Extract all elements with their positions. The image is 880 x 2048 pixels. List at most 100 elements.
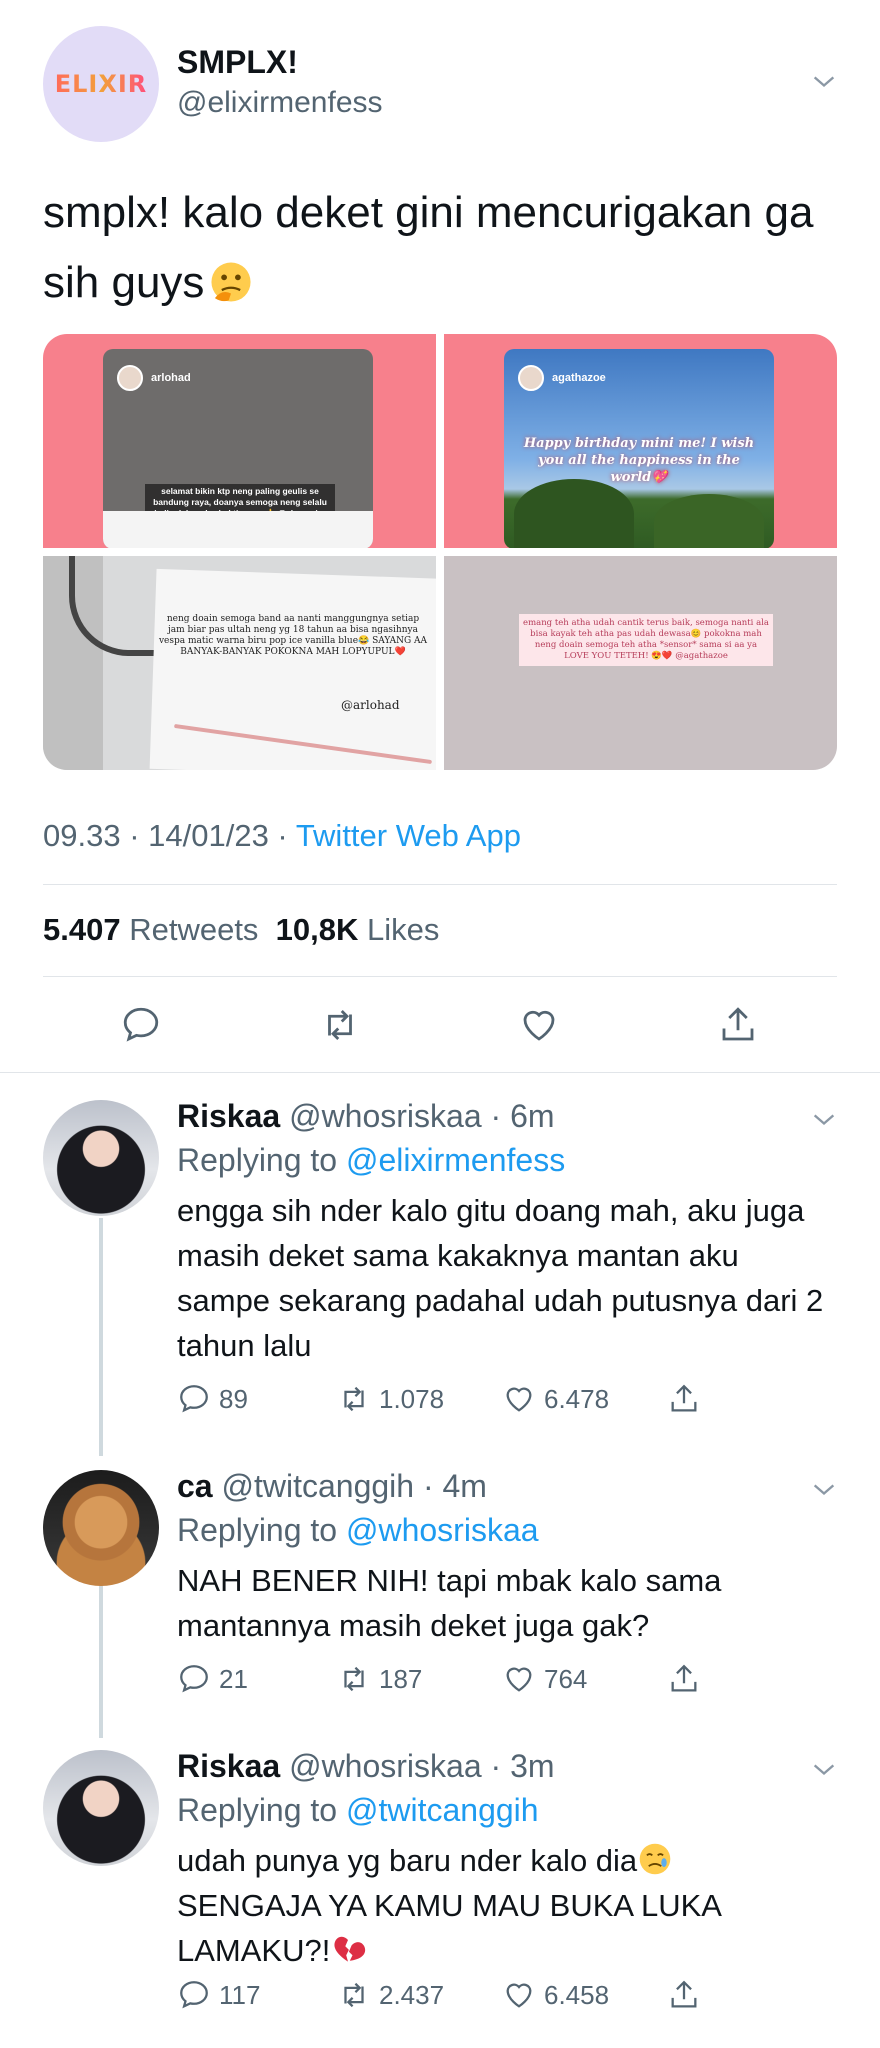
tweet-stats: 5.407 Retweets 10,8K Likes bbox=[43, 912, 439, 948]
media-image-4[interactable]: emang teh atha udah cantik terus baik, s… bbox=[444, 556, 837, 770]
reply-button[interactable]: 89 bbox=[177, 1382, 248, 1416]
reply-handle[interactable]: @twitcanggih bbox=[221, 1468, 414, 1504]
tweet-time: 09.33 bbox=[43, 818, 121, 853]
replying-prefix: Replying to bbox=[177, 1142, 338, 1178]
replying-to-link[interactable]: @whosriskaa bbox=[346, 1512, 539, 1548]
reply-icon bbox=[180, 1981, 208, 2009]
retweet-icon[interactable] bbox=[319, 1004, 361, 1046]
media-image-1[interactable]: arlohad selamat bikin ktp neng paling ge… bbox=[43, 334, 436, 548]
note-signature: @arlohad bbox=[341, 698, 400, 712]
replying-to-link[interactable]: @twitcanggih bbox=[346, 1792, 539, 1828]
handwritten-note: neng doain semoga band aa nanti manggung… bbox=[158, 614, 428, 657]
retweet-count: 2.437 bbox=[379, 1979, 445, 2010]
retweet-button[interactable]: 1.078 bbox=[337, 1382, 444, 1416]
display-name[interactable]: SMPLX! bbox=[177, 44, 298, 81]
replying-to-link[interactable]: @elixirmenfess bbox=[346, 1142, 565, 1178]
chevron-down-icon[interactable] bbox=[810, 1476, 838, 1504]
like-button[interactable]: 6.458 bbox=[502, 1978, 609, 2012]
story-username: arlohad bbox=[151, 372, 191, 384]
reply-header: Riskaa @whosriskaa · 3m bbox=[177, 1748, 555, 1785]
story-username: agathazoe bbox=[552, 372, 606, 384]
retweet-count: 187 bbox=[379, 1663, 423, 1694]
reply-display-name[interactable]: Riskaa bbox=[177, 1098, 280, 1134]
like-label[interactable]: Likes bbox=[367, 912, 439, 947]
dot-separator: · bbox=[481, 1098, 511, 1134]
share-button[interactable] bbox=[667, 1662, 701, 1696]
replying-to: Replying to @elixirmenfess bbox=[177, 1142, 565, 1179]
reply-avatar[interactable] bbox=[43, 1470, 159, 1586]
story-screenshot: arlohad selamat bikin ktp neng paling ge… bbox=[103, 349, 373, 548]
reply-time: 3m bbox=[510, 1748, 555, 1784]
retweet-icon bbox=[344, 1666, 364, 1692]
media-image-2[interactable]: agathazoe Happy birthday mini me! I wish… bbox=[444, 334, 837, 548]
reply-icon bbox=[180, 1385, 208, 1413]
thread-line bbox=[99, 1218, 103, 1456]
chevron-down-icon[interactable] bbox=[810, 1756, 838, 1784]
replying-prefix: Replying to bbox=[177, 1792, 338, 1828]
tweet-date: 14/01/23 bbox=[148, 818, 269, 853]
media-image-3[interactable]: neng doain semoga band aa nanti manggung… bbox=[43, 556, 436, 770]
reply-button[interactable]: 117 bbox=[177, 1978, 260, 2012]
retweet-icon bbox=[344, 1982, 364, 2008]
chevron-down-icon[interactable] bbox=[810, 68, 838, 96]
share-button[interactable] bbox=[667, 1382, 701, 1416]
retweet-button[interactable]: 2.437 bbox=[337, 1978, 444, 2012]
share-icon bbox=[671, 1664, 697, 1692]
retweet-button[interactable]: 187 bbox=[337, 1662, 422, 1696]
story-avatar bbox=[117, 365, 143, 391]
retweet-icon bbox=[344, 1386, 364, 1412]
reply-time: 6m bbox=[510, 1098, 555, 1134]
reply-count: 89 bbox=[219, 1383, 248, 1414]
profile-avatar[interactable]: ELIXIR bbox=[43, 26, 159, 142]
reply-display-name[interactable]: ca bbox=[177, 1468, 213, 1504]
divider bbox=[43, 976, 837, 977]
like-heart-icon bbox=[506, 1983, 532, 2008]
share-button[interactable] bbox=[667, 1978, 701, 2012]
like-count[interactable]: 10,8K bbox=[276, 912, 359, 947]
share-icon bbox=[671, 1980, 697, 2008]
reply-avatar[interactable] bbox=[43, 1750, 159, 1866]
retweet-count: 1.078 bbox=[379, 1383, 445, 1414]
like-button[interactable]: 764 bbox=[502, 1662, 587, 1696]
reply-header: ca @twitcanggih · 4m bbox=[177, 1468, 487, 1505]
retweet-label[interactable]: Retweets bbox=[129, 912, 258, 947]
like-count: 6.458 bbox=[544, 1979, 610, 2010]
reply-count: 117 bbox=[219, 1979, 261, 2010]
tweet-text: smplx! kalo deket gini mencurigakan ga s… bbox=[43, 188, 814, 307]
tree-shape bbox=[514, 479, 634, 548]
greeting-card: emang teh atha udah cantik terus baik, s… bbox=[519, 614, 773, 666]
like-button[interactable]: 6.478 bbox=[502, 1382, 609, 1416]
story-screenshot: agathazoe Happy birthday mini me! I wish… bbox=[504, 349, 774, 548]
tweet-source-link[interactable]: Twitter Web App bbox=[296, 818, 521, 853]
share-icon[interactable] bbox=[717, 1004, 759, 1046]
reply-display-name[interactable]: Riskaa bbox=[177, 1748, 280, 1784]
replying-to: Replying to @whosriskaa bbox=[177, 1512, 539, 1549]
story-header: arlohad bbox=[117, 365, 191, 391]
reply-avatar[interactable] bbox=[43, 1100, 159, 1216]
reply-header: Riskaa @whosriskaa · 6m bbox=[177, 1098, 555, 1135]
media-grid[interactable]: arlohad selamat bikin ktp neng paling ge… bbox=[43, 334, 837, 770]
like-heart-icon[interactable] bbox=[518, 1004, 560, 1046]
retweet-count[interactable]: 5.407 bbox=[43, 912, 121, 947]
reply-icon[interactable] bbox=[120, 1004, 162, 1046]
story-caption: Happy birthday mini me! I wish you all t… bbox=[523, 436, 755, 485]
broken-heart-icon bbox=[334, 1936, 366, 1962]
divider bbox=[43, 884, 837, 885]
like-heart-icon bbox=[506, 1667, 532, 1692]
divider bbox=[0, 1072, 880, 1073]
tree-shape bbox=[654, 494, 764, 548]
reply-button[interactable]: 21 bbox=[177, 1662, 248, 1696]
main-tweet: ELIXIR SMPLX! @elixirmenfess smplx! kalo… bbox=[0, 0, 880, 1070]
dot-separator: · bbox=[414, 1468, 443, 1504]
reply-handle[interactable]: @whosriskaa bbox=[289, 1098, 482, 1134]
crying-face-icon bbox=[639, 1843, 671, 1875]
dot-separator: · bbox=[481, 1748, 511, 1784]
tweet-meta: 09.33 · 14/01/23 · Twitter Web App bbox=[43, 818, 521, 853]
chevron-down-icon[interactable] bbox=[810, 1106, 838, 1134]
reply-text: NAH BENER NIH! tapi mbak kalo sama manta… bbox=[177, 1563, 722, 1643]
user-handle[interactable]: @elixirmenfess bbox=[177, 86, 383, 120]
share-icon bbox=[671, 1384, 697, 1412]
reply-handle[interactable]: @whosriskaa bbox=[289, 1748, 482, 1784]
thinking-face-icon bbox=[211, 262, 251, 302]
reply-icon bbox=[180, 1665, 208, 1693]
